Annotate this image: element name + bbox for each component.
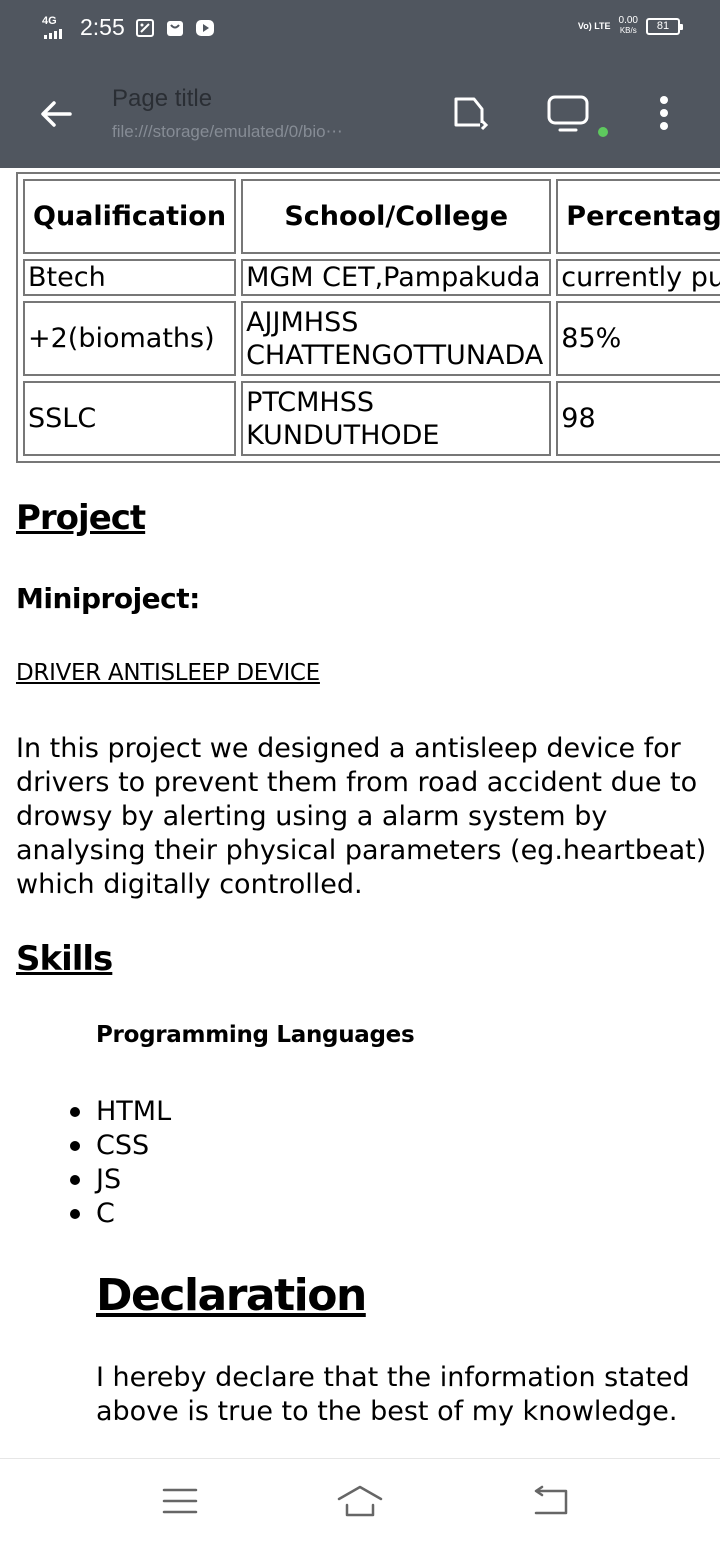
clock: 2:55 [80, 14, 125, 40]
speed-value: 0.00 [618, 15, 638, 26]
table-row: +2(biomaths) AJJMHSS CHATTENGOTTUNADA 85… [23, 301, 720, 376]
status-right: Vo) LTE 0.00 KB/s 81 [577, 16, 683, 36]
table-cell-line: CHATTENGOTTUNADA [246, 339, 544, 371]
shopping-bag-icon [165, 18, 185, 38]
cast-button[interactable] [543, 88, 593, 138]
signal-icon: 4G [42, 15, 68, 41]
battery-icon: 81 [646, 17, 683, 35]
table-cell-line: KUNDUTHODE [246, 419, 440, 451]
more-options-button[interactable] [639, 88, 689, 138]
skills-heading: Skills [16, 939, 113, 979]
skill-label: HTML [96, 1096, 172, 1127]
network-type: 4G [42, 14, 57, 27]
skills-list: HTML CSS JS C [70, 1095, 172, 1231]
browser-toolbar: Page title file:///storage/emulated/0/bi… [0, 58, 720, 168]
declaration-text: I hereby declare that the information st… [96, 1362, 690, 1427]
screenshot-icon [135, 18, 155, 38]
screen-cast-icon [547, 95, 589, 132]
bullet-icon [70, 1209, 80, 1219]
table-cell: 85% [556, 301, 720, 376]
status-left: 4G 2:55 [42, 14, 215, 41]
status-bar: 4G 2:55 Vo) LTE 0.00 KB/s 81 [0, 0, 720, 58]
table-cell: SSLC [23, 381, 237, 456]
programming-languages-label: Programming Languages [96, 1022, 415, 1048]
skill-label: CSS [96, 1130, 150, 1161]
list-item: JS [70, 1163, 171, 1197]
education-table: Qualification School/College Percentage/… [16, 172, 720, 463]
open-external-button[interactable] [445, 88, 495, 138]
table-cell: MGM CET,Pampakuda [241, 259, 552, 296]
back-nav-button[interactable] [526, 1481, 574, 1521]
table-header: School/College [241, 179, 552, 254]
bullet-icon [70, 1175, 80, 1185]
volte-indicator: Vo) LTE [577, 20, 611, 31]
project-name: DRIVER ANTISLEEP DEVICE [16, 660, 320, 686]
declaration-heading: Declaration [96, 1270, 367, 1321]
table-row: Btech MGM CET,Pampakuda currently pur [23, 259, 720, 296]
more-vertical-icon [660, 96, 668, 130]
table-cell: PTCMHSS KUNDUTHODE [241, 381, 552, 456]
bullet-icon [70, 1141, 80, 1151]
list-item: HTML [70, 1095, 172, 1129]
home-icon [337, 1485, 383, 1517]
network-speed: 0.00 KB/s [619, 16, 638, 36]
page-title: Page title [112, 85, 213, 112]
home-button[interactable] [336, 1481, 384, 1521]
table-cell-line: AJJMHSS [246, 306, 359, 338]
return-icon [534, 1485, 568, 1515]
table-header-row: Qualification School/College Percentage/ [23, 179, 720, 254]
table-row: SSLC PTCMHSS KUNDUTHODE 98 [23, 381, 720, 456]
table-header: Qualification [23, 179, 237, 254]
recents-button[interactable] [156, 1481, 204, 1521]
table-cell: currently pur [556, 259, 720, 296]
battery-level: 81 [656, 20, 670, 32]
skill-label: C [96, 1198, 115, 1229]
back-arrow-icon [41, 101, 72, 127]
miniproject-label: Miniproject: [16, 582, 200, 615]
bullet-icon [70, 1107, 80, 1117]
open-external-icon [454, 97, 490, 131]
system-nav-bar [0, 1458, 720, 1544]
back-button[interactable] [34, 92, 78, 136]
cast-status-dot [598, 127, 608, 137]
project-heading: Project [16, 498, 146, 538]
table-cell: Btech [23, 259, 237, 296]
table-cell: AJJMHSS CHATTENGOTTUNADA [241, 301, 552, 376]
project-description: In this project we designed a antisleep … [16, 733, 707, 900]
list-item: C [70, 1197, 171, 1231]
table-cell: +2(biomaths) [23, 301, 237, 376]
list-item: CSS [70, 1129, 171, 1163]
skill-label: JS [96, 1164, 122, 1195]
youtube-icon [195, 18, 215, 38]
page-url[interactable]: file:///storage/emulated/0/bio⋯ [112, 122, 394, 142]
table-cell: 98 [556, 381, 720, 456]
speed-unit: KB/s [619, 26, 637, 35]
web-content[interactable]: Qualification School/College Percentage/… [0, 168, 720, 1458]
table-header: Percentage/ [556, 179, 720, 254]
table-cell-line: PTCMHSS [246, 386, 374, 418]
menu-icon [162, 1488, 198, 1514]
